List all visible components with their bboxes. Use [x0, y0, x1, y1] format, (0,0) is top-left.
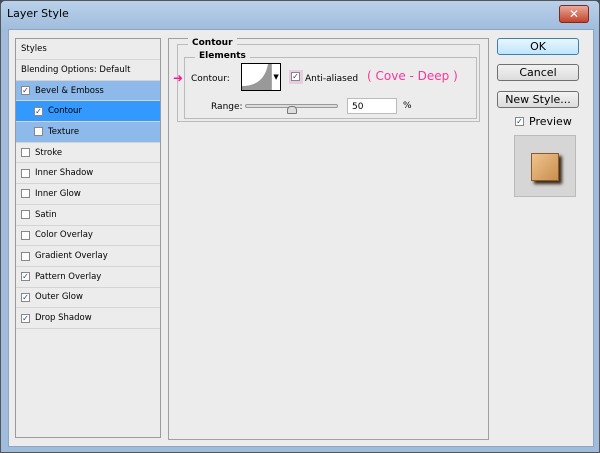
- style-item-label: Stroke: [35, 147, 63, 158]
- style-item-label: Gradient Overlay: [35, 251, 108, 262]
- style-item[interactable]: ✓ Pattern Overlay: [16, 267, 160, 288]
- contour-group-title: Contour: [188, 38, 237, 48]
- ok-button[interactable]: OK: [497, 38, 579, 55]
- annotation: ( Cove - Deep ): [367, 69, 458, 83]
- range-slider[interactable]: [245, 104, 338, 114]
- style-item-label: Color Overlay: [35, 230, 93, 241]
- style-item[interactable]: Inner Shadow: [16, 163, 160, 185]
- check-icon: ✓: [515, 117, 524, 126]
- checkbox[interactable]: ✓: [21, 292, 30, 302]
- contour-curve-icon: [242, 64, 272, 90]
- checkbox[interactable]: [21, 210, 30, 220]
- close-button[interactable]: ✕: [559, 5, 589, 23]
- contour-label: Contour:: [191, 74, 230, 84]
- contour-panel: Contour Elements ➜ Contour: ▼ ✓ Anti-ali…: [168, 38, 489, 440]
- style-item-label: Contour: [48, 106, 82, 117]
- styles-list: Styles Blending Options: Default ✓ Bevel …: [15, 38, 161, 438]
- anti-aliased-label: Anti-aliased: [305, 74, 359, 84]
- checkbox[interactable]: [21, 168, 30, 178]
- arrow-icon: ➜: [173, 71, 184, 85]
- checkbox[interactable]: ✓: [21, 313, 30, 323]
- style-item[interactable]: Texture: [16, 122, 160, 143]
- range-slider-thumb[interactable]: [286, 106, 297, 114]
- preview-swatch: [531, 153, 559, 181]
- preview-checkbox[interactable]: ✓ Preview: [515, 115, 572, 128]
- range-unit: %: [403, 101, 412, 111]
- style-item-label: Outer Glow: [35, 292, 83, 303]
- styles-header[interactable]: Styles: [16, 39, 160, 60]
- style-item-label: Inner Glow: [35, 188, 81, 199]
- contour-picker[interactable]: ▼: [241, 63, 281, 91]
- style-item-label: Inner Shadow: [35, 168, 94, 179]
- layer-style-dialog: Layer Style ✕ Styles Blending Options: D…: [0, 0, 600, 453]
- style-item-label: Texture: [48, 126, 80, 137]
- style-item-label: Bevel & Emboss: [35, 85, 104, 96]
- checkbox[interactable]: ✓: [21, 272, 30, 282]
- style-item-label: Satin: [35, 209, 57, 220]
- checkbox[interactable]: ✓: [34, 106, 43, 116]
- preview-thumbnail: [514, 135, 576, 197]
- checkbox[interactable]: [34, 127, 43, 137]
- checkbox[interactable]: [21, 251, 30, 261]
- contour-group: Contour Elements ➜ Contour: ▼ ✓ Anti-ali…: [173, 38, 480, 122]
- style-item[interactable]: Satin: [16, 205, 160, 226]
- check-icon: ✓: [291, 72, 300, 81]
- checkbox[interactable]: [21, 189, 30, 199]
- preview-label: Preview: [529, 115, 572, 128]
- style-item[interactable]: Gradient Overlay: [16, 246, 160, 267]
- elements-title: Elements: [195, 51, 250, 61]
- checkbox[interactable]: [21, 230, 30, 240]
- range-label: Range:: [211, 102, 243, 112]
- checkbox[interactable]: [21, 148, 30, 158]
- checkbox[interactable]: ✓: [21, 86, 30, 96]
- style-item[interactable]: ✓ Contour: [16, 101, 160, 123]
- style-item[interactable]: Stroke: [16, 143, 160, 164]
- range-input[interactable]: 50: [347, 98, 397, 114]
- style-item[interactable]: Inner Glow: [16, 184, 160, 205]
- cancel-button[interactable]: Cancel: [497, 64, 579, 81]
- window-title: Layer Style: [7, 7, 69, 20]
- new-style-button[interactable]: New Style...: [497, 91, 579, 108]
- style-item[interactable]: ✓ Bevel & Emboss: [16, 80, 160, 102]
- chevron-down-icon[interactable]: ▼: [271, 64, 280, 90]
- elements-group: Elements ➜ Contour: ▼ ✓ Anti-aliased ( C…: [173, 51, 477, 119]
- style-item[interactable]: Color Overlay: [16, 226, 160, 247]
- style-item[interactable]: ✓ Outer Glow: [16, 288, 160, 309]
- blending-options[interactable]: Blending Options: Default: [16, 60, 160, 81]
- style-item[interactable]: ✓ Drop Shadow: [16, 308, 160, 329]
- style-item-label: Pattern Overlay: [35, 271, 102, 282]
- style-item-label: Drop Shadow: [35, 313, 92, 324]
- anti-aliased-checkbox[interactable]: ✓: [289, 70, 303, 84]
